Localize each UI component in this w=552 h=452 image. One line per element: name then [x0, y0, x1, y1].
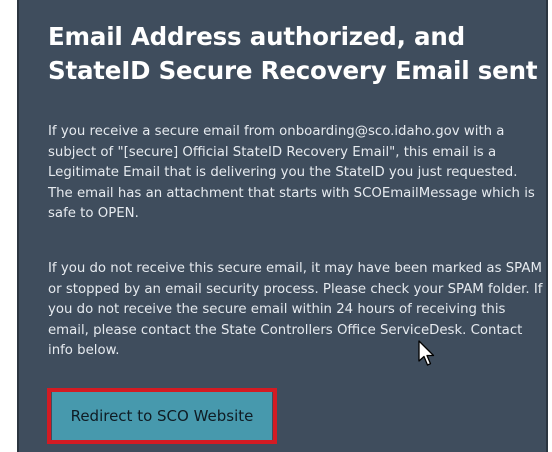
confirmation-panel: Email Address authorized, and StateID Se…	[17, 0, 548, 452]
spam-info-paragraph: If you do not receive this secure email,…	[48, 261, 543, 358]
redirect-to-sco-website-button[interactable]: Redirect to SCO Website	[52, 392, 272, 440]
page-title: Email Address authorized, and StateID Se…	[48, 22, 538, 85]
mouse-pointer-icon	[418, 340, 435, 366]
secure-email-info-paragraph: If you receive a secure email from onboa…	[48, 124, 535, 221]
